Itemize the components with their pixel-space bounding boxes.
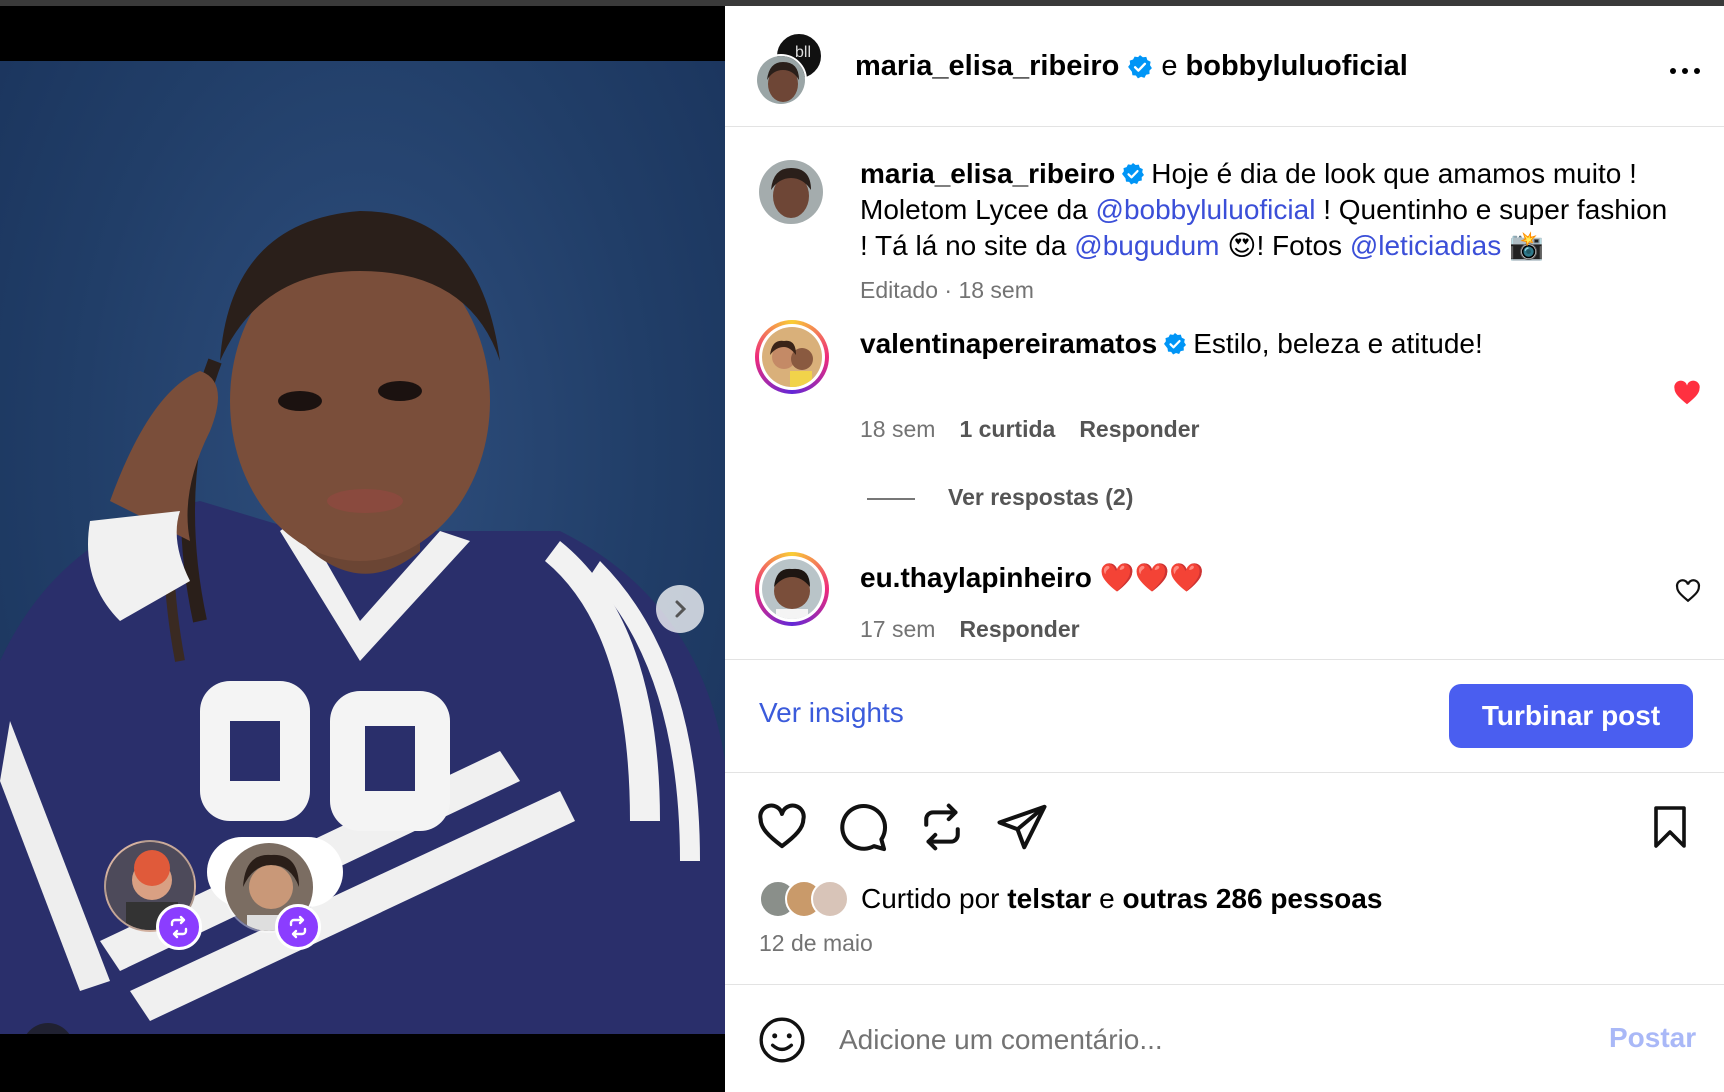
repost-badge-2: [275, 904, 321, 950]
repost-icon: [289, 915, 307, 939]
verified-icon: [1128, 54, 1153, 78]
chevron-right-icon: [675, 600, 687, 618]
avatar-ring-inner: [759, 556, 825, 622]
post-date: 12 de maio: [759, 930, 873, 956]
mention-link[interactable]: @bobbyluluoficial: [1096, 194, 1316, 225]
mention-link[interactable]: @bugudum: [1074, 230, 1219, 261]
share-send-icon[interactable]: [995, 800, 1049, 854]
view-replies-button[interactable]: Ver respostas (2): [948, 484, 1133, 511]
author-conjunction: e: [1161, 50, 1178, 82]
post-header: bll maria_elisa_ribeiro e bobbyluluofici…: [725, 6, 1724, 126]
comment-body: valentinapereiramatos Estilo, beleza e at…: [860, 326, 1483, 362]
caption-username[interactable]: maria_elisa_ribeiro: [860, 158, 1115, 189]
verified-icon: [1122, 163, 1145, 185]
view-insights-link[interactable]: Ver insights: [759, 697, 904, 729]
comment-like-heart-icon[interactable]: [1675, 578, 1701, 604]
replies-line: [867, 498, 915, 500]
more-dot: [1670, 68, 1676, 74]
avatar-photo-wrap: [762, 327, 822, 387]
like-heart-icon[interactable]: [755, 800, 809, 854]
comment-meta: 17 sem Responder: [860, 616, 1080, 643]
caption-text: ! Fotos: [1256, 230, 1350, 261]
comment-username[interactable]: valentinapereiramatos: [860, 328, 1157, 359]
avatar-photo-wrap: [762, 559, 822, 619]
person-photo: [762, 327, 822, 387]
comment-body: eu.thaylapinheiro ❤️❤️❤️: [860, 560, 1204, 596]
likes-summary[interactable]: Curtido por telstar e outras 286 pessoas: [759, 880, 1382, 918]
collaborator-username[interactable]: bobbyluluoficial: [1186, 50, 1408, 83]
person-photo: [762, 559, 822, 619]
comment-avatar[interactable]: [755, 552, 829, 626]
header-divider: [725, 126, 1724, 127]
comment-box-divider: [725, 984, 1724, 985]
avatar-ring-inner: [759, 324, 825, 390]
author-username[interactable]: maria_elisa_ribeiro: [855, 50, 1119, 83]
likes-conj: e: [1099, 883, 1115, 914]
emoji: 📸: [1508, 230, 1544, 261]
next-photo-button[interactable]: [656, 585, 704, 633]
post-photo[interactable]: ❤: [0, 61, 725, 1034]
save-bookmark-icon[interactable]: [1646, 800, 1694, 854]
likes-text: Curtido por telstar e outras 286 pessoas: [861, 883, 1382, 915]
repost-icon: [170, 915, 188, 939]
reply-button[interactable]: Responder: [959, 616, 1079, 643]
actions-divider: [725, 772, 1724, 773]
comment-text: Estilo, beleza e atitude!: [1193, 328, 1483, 359]
window-top-strip: [0, 0, 725, 6]
add-comment-input[interactable]: [839, 1018, 1499, 1062]
author-avatar[interactable]: [755, 54, 807, 106]
more-options-button[interactable]: [1665, 58, 1705, 84]
likes-others[interactable]: outras 286 pessoas: [1122, 883, 1382, 914]
likes-prefix: Curtido por: [861, 883, 1000, 914]
caption-meta: Editado · 18 sem: [860, 277, 1034, 303]
post-authors: maria_elisa_ribeiro e bobbyluluoficial: [855, 50, 1408, 83]
liker-avatar: [811, 880, 849, 918]
post-details-panel: bll maria_elisa_ribeiro e bobbyluluofici…: [725, 0, 1724, 1092]
collab-avatars[interactable]: bll: [755, 32, 825, 108]
comment-likes-count[interactable]: 1 curtida: [959, 416, 1055, 443]
comments-divider: [725, 659, 1724, 660]
more-dot: [1694, 68, 1700, 74]
emoji: 😍: [1227, 230, 1257, 261]
comment-age: 17 sem: [860, 616, 936, 642]
comment-username[interactable]: eu.thaylapinheiro: [860, 562, 1092, 593]
caption-author-avatar[interactable]: [759, 160, 823, 224]
post-media: ❤: [0, 0, 725, 1092]
comment-age: 18 sem: [860, 416, 936, 442]
mention-link[interactable]: @leticiadias: [1350, 230, 1501, 261]
repost-badge-1: [156, 904, 202, 950]
comment-bubble-icon[interactable]: [835, 800, 889, 854]
person-photo: [759, 160, 823, 224]
person-photo: [757, 56, 805, 104]
repost-icon[interactable]: [915, 800, 969, 854]
comment-like-heart-icon[interactable]: [1672, 378, 1702, 408]
comment-avatar[interactable]: [755, 320, 829, 394]
emoji-smiley-icon[interactable]: [757, 1015, 807, 1065]
boost-post-button[interactable]: Turbinar post: [1449, 684, 1693, 748]
more-dot: [1682, 68, 1688, 74]
post-caption: maria_elisa_ribeiro Hoje é dia de look qu…: [860, 156, 1680, 308]
reply-button[interactable]: Responder: [1079, 416, 1199, 443]
comment-text: ❤️❤️❤️: [1099, 562, 1205, 593]
liker-username[interactable]: telstar: [1007, 883, 1091, 914]
verified-icon: [1164, 333, 1187, 355]
comment-meta: 18 sem 1 curtida Responder: [860, 416, 1199, 443]
post-comment-button[interactable]: Postar: [1609, 1022, 1696, 1054]
